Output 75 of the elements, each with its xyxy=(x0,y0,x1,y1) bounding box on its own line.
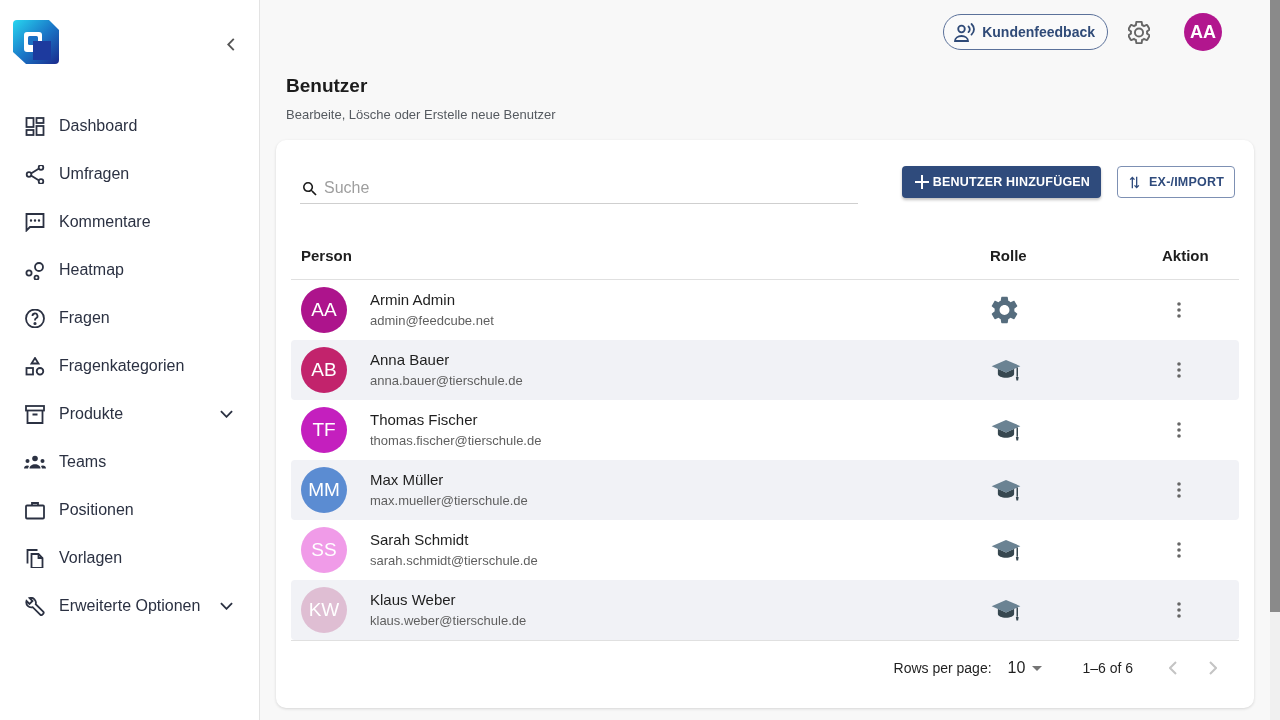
logo xyxy=(13,20,59,64)
nav-item[interactable]: Heatmap xyxy=(0,246,259,294)
comment-icon xyxy=(24,212,46,232)
page-subtitle: Bearbeite, Lösche oder Erstelle neue Benutzer xyxy=(286,106,556,124)
person-name: Max Müller xyxy=(370,470,444,490)
person-email: anna.bauer@tierschule.de xyxy=(370,372,523,390)
user-avatar[interactable]: AA xyxy=(1184,13,1222,51)
nav-item[interactable]: Vorlagen xyxy=(0,534,259,582)
chevron-left-icon xyxy=(227,38,235,51)
person-email: max.mueller@tierschule.de xyxy=(370,492,528,510)
swap-vertical-icon xyxy=(1129,175,1141,189)
nav-item[interactable]: Fragen xyxy=(0,294,259,342)
chevron-left-icon xyxy=(1169,661,1177,675)
more-icon xyxy=(1177,302,1181,318)
person-name: Sarah Schmidt xyxy=(370,530,469,550)
briefcase-icon xyxy=(24,500,46,520)
page-title: Benutzer xyxy=(286,75,368,97)
grid-icon xyxy=(24,116,46,136)
more-icon xyxy=(1177,542,1181,558)
avatar: TF xyxy=(301,407,347,453)
settings-button[interactable] xyxy=(1126,19,1152,45)
avatar: MM xyxy=(301,467,347,513)
chevron-right-icon xyxy=(1209,661,1217,675)
search-icon xyxy=(303,182,317,196)
person-name: Armin Admin xyxy=(370,290,456,310)
nav-item[interactable]: Produkte xyxy=(0,390,259,438)
graduation-cap-icon xyxy=(991,478,1021,502)
nav-item[interactable]: Umfragen xyxy=(0,150,259,198)
nav-item[interactable]: Erweiterte Optionen xyxy=(0,582,259,630)
person-name: Thomas Fischer xyxy=(370,410,478,430)
copy-icon xyxy=(24,548,46,568)
more-icon xyxy=(1177,362,1181,378)
nav-item[interactable]: Dashboard xyxy=(0,102,259,150)
column-header: Person xyxy=(301,247,352,264)
gear-icon xyxy=(991,296,1018,324)
nav-item[interactable]: Positionen xyxy=(0,486,259,534)
feedback-button[interactable]: Kundenfeedback xyxy=(943,14,1108,50)
archive-box-icon xyxy=(24,404,46,424)
import-export-button[interactable]: EX-/IMPORT xyxy=(1117,166,1235,198)
add-user-button[interactable]: BENUTZER HINZUFÜGEN xyxy=(901,166,1102,198)
more-icon xyxy=(1177,482,1181,498)
more-icon xyxy=(1177,602,1181,618)
column-header: Aktion xyxy=(1162,247,1209,264)
graduation-cap-icon xyxy=(991,538,1021,562)
person-email: klaus.weber@tierschule.de xyxy=(370,612,527,630)
nav-item[interactable]: Kommentare xyxy=(0,198,259,246)
settings-icon xyxy=(1128,20,1150,44)
person-name: Anna Bauer xyxy=(370,350,450,370)
person-email: admin@feedcube.net xyxy=(370,312,494,330)
wrench-icon xyxy=(24,596,46,616)
person-email: sarah.schmidt@tierschule.de xyxy=(370,552,538,570)
more-icon xyxy=(1177,422,1181,438)
rows-per-page-select[interactable]: 10 xyxy=(1007,659,1043,677)
nav-item[interactable]: Teams xyxy=(0,438,259,486)
share-icon xyxy=(24,164,46,184)
search-field[interactable]: Suche xyxy=(300,166,858,204)
caret-down-icon xyxy=(1032,665,1043,671)
avatar: AA xyxy=(301,287,347,333)
plus-icon xyxy=(914,175,929,189)
page-range: 1–6 of 6 xyxy=(1082,660,1133,676)
nav-item[interactable]: Fragenkategorien xyxy=(0,342,259,390)
graduation-cap-icon xyxy=(991,598,1021,622)
avatar: KW xyxy=(301,587,347,633)
graduation-cap-icon xyxy=(991,418,1021,442)
rows-per-page-label: Rows per page: xyxy=(893,660,992,676)
person-name: Klaus Weber xyxy=(370,590,456,610)
speaking-person-icon xyxy=(954,22,977,42)
person-email: thomas.fischer@tierschule.de xyxy=(370,432,542,450)
shapes-icon xyxy=(24,356,46,376)
avatar: AB xyxy=(301,347,347,393)
graduation-cap-icon xyxy=(991,358,1021,382)
help-icon xyxy=(24,308,46,328)
avatar: SS xyxy=(301,527,347,573)
bubbles-icon xyxy=(24,260,46,280)
column-header: Rolle xyxy=(990,247,1027,264)
